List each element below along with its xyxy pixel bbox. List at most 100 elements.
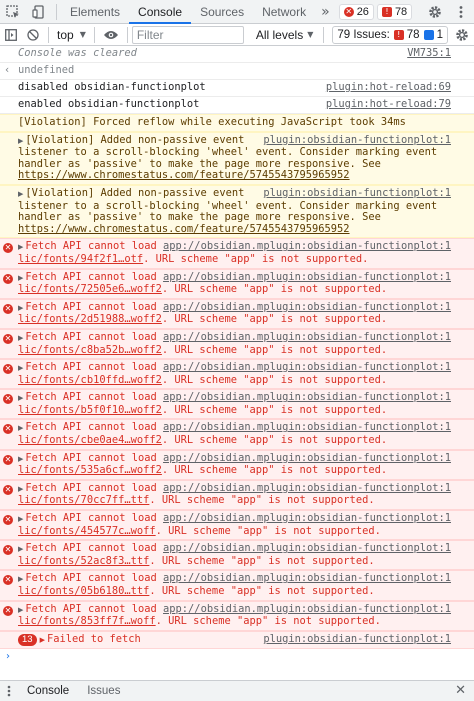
resource-link[interactable]: lic/fonts/70cc7ff…ttf xyxy=(18,494,149,507)
prompt-chevron-icon: › xyxy=(6,651,10,663)
live-expression-eye-icon[interactable] xyxy=(99,24,123,46)
message-suffix: . URL scheme "app" is not supported. xyxy=(149,585,375,597)
source-link[interactable]: plugin:obsidian-functionplot:1 xyxy=(263,331,451,344)
resource-link[interactable]: lic/fonts/454577c…woff xyxy=(18,525,156,537)
show-sidebar-icon[interactable] xyxy=(0,24,22,46)
source-link[interactable]: plugin:obsidian-functionplot:1 xyxy=(263,452,451,465)
console-messages[interactable]: Console was cleared VM735:1 ‹ undefined … xyxy=(0,46,474,680)
inspect-element-icon[interactable] xyxy=(0,0,26,24)
console-settings-gear-icon[interactable] xyxy=(450,24,474,46)
source-link[interactable]: plugin:obsidian-functionplot:1 xyxy=(263,392,451,404)
error-row[interactable]: ✕ ▶ Fetch API cannot load app://obsidian.m… xyxy=(0,479,474,511)
drawer-menu-icon[interactable] xyxy=(0,681,18,701)
expand-triangle-icon[interactable]: ▶ xyxy=(18,545,23,553)
source-link[interactable]: plugin:obsidian-functionplot:1 xyxy=(263,482,451,495)
message-prefix: Fetch API cannot load xyxy=(25,300,157,313)
expand-triangle-icon[interactable]: ▶ xyxy=(18,455,23,463)
drawer-tab-console[interactable]: Console xyxy=(18,681,78,701)
issues-button[interactable]: 79 Issues: ! 78 1 xyxy=(332,25,448,44)
error-row[interactable]: ✕ ▶ Fetch API cannot load app://obsidian.m… xyxy=(0,510,474,541)
source-link[interactable]: plugin:obsidian-functionplot:1 xyxy=(263,512,451,525)
error-row[interactable]: ✕ ▶ Fetch API cannot load app://obsidian.m… xyxy=(0,359,474,390)
source-link[interactable]: plugin:obsidian-functionplot:1 xyxy=(263,134,451,147)
message-prefix: Fetch API cannot load xyxy=(25,602,157,615)
expand-triangle-icon[interactable]: ▶ xyxy=(18,515,23,523)
expand-triangle-icon[interactable]: ▶ xyxy=(18,606,23,614)
warning-row[interactable]: ▶ [Violation] Added non-passive event plu… xyxy=(0,131,474,185)
expand-triangle-icon[interactable]: ▶ xyxy=(18,575,23,583)
error-row[interactable]: ✕ ▶ Fetch API cannot load app://obsidian.m… xyxy=(0,298,474,329)
source-link[interactable]: plugin:obsidian-functionplot:1 xyxy=(263,633,451,646)
expand-triangle-icon[interactable]: ▶ xyxy=(18,334,23,342)
error-group-row[interactable]: 13 ▶ Failed to fetch plugin:obsidian-funct… xyxy=(0,630,474,650)
device-toolbar-icon[interactable] xyxy=(26,0,52,24)
source-link[interactable]: plugin:obsidian-functionplot:1 xyxy=(263,603,451,616)
message-suffix: . URL scheme "app" is not supported. xyxy=(161,283,388,296)
error-count-badge[interactable]: ✕ 26 xyxy=(338,3,374,20)
resource-link[interactable]: lic/fonts/c8ba52b…woff2 xyxy=(18,344,162,356)
resource-link[interactable]: lic/fonts/2d51988…woff2 xyxy=(18,313,162,326)
resource-link[interactable]: lic/fonts/72505e6…woff2 xyxy=(18,283,162,295)
error-icon: ✕ xyxy=(3,364,13,375)
warning-count-badge[interactable]: ! 78 xyxy=(376,3,413,20)
expand-triangle-icon[interactable]: ▶ xyxy=(18,485,23,493)
error-row[interactable]: ✕ ▶ Fetch API cannot load app://obsidian.m… xyxy=(0,570,474,601)
expand-triangle-icon[interactable]: ▶ xyxy=(18,364,23,372)
log-levels-dropdown[interactable]: All levels ▼ xyxy=(250,28,320,42)
resource-link[interactable]: lic/fonts/52ac8f3…ttf xyxy=(18,555,149,567)
error-row[interactable]: ✕ ▶ Fetch API cannot load app://obsidian.m… xyxy=(0,419,474,450)
message-text: [Violation] Forced reflow while executin… xyxy=(18,116,406,128)
error-row[interactable]: ✕ ▶ Fetch API cannot load app://obsidian.m… xyxy=(0,328,474,360)
error-icon: ✕ xyxy=(3,303,13,314)
expand-triangle-icon[interactable]: ▶ xyxy=(40,636,45,644)
chromestatus-link[interactable]: https://www.chromestatus.com/feature/574… xyxy=(18,223,350,235)
resource-link[interactable]: lic/fonts/b5f0f10…woff2 xyxy=(18,404,162,416)
more-options-icon[interactable] xyxy=(448,0,474,24)
source-link[interactable]: plugin:obsidian-functionplot:1 xyxy=(263,543,451,555)
settings-gear-icon[interactable] xyxy=(422,0,448,24)
source-link[interactable]: plugin:obsidian-functionplot:1 xyxy=(263,241,451,253)
console-prompt[interactable]: › xyxy=(0,649,474,665)
source-link[interactable]: plugin:obsidian-functionplot:1 xyxy=(263,361,451,374)
expand-triangle-icon[interactable]: ▶ xyxy=(18,304,23,312)
source-link[interactable]: plugin:obsidian-functionplot:1 xyxy=(263,573,451,585)
clear-console-icon[interactable] xyxy=(22,24,44,46)
expand-triangle-icon[interactable]: ▶ xyxy=(18,394,23,402)
error-row[interactable]: ✕ ▶ Fetch API cannot load app://obsidian.m… xyxy=(0,238,474,269)
resource-link[interactable]: lic/fonts/853ff7f…woff xyxy=(18,615,156,627)
expand-triangle-icon[interactable]: ▶ xyxy=(18,243,23,251)
resource-link[interactable]: lic/fonts/cbe0ae4…woff2 xyxy=(18,434,162,446)
expand-triangle-icon[interactable]: ▶ xyxy=(18,274,23,282)
chromestatus-link[interactable]: https://www.chromestatus.com/feature/574… xyxy=(18,169,350,182)
tab-sources[interactable]: Sources xyxy=(191,0,253,24)
source-link[interactable]: plugin:hot-reload:79 xyxy=(325,98,451,111)
source-link[interactable]: VM735:1 xyxy=(407,47,451,60)
context-selector[interactable]: top ▼ xyxy=(53,28,90,42)
source-link[interactable]: plugin:obsidian-functionplot:1 xyxy=(263,187,451,200)
error-row[interactable]: ✕ ▶ Fetch API cannot load app://obsidian.m… xyxy=(0,268,474,299)
error-row[interactable]: ✕ ▶ Fetch API cannot load app://obsidian.m… xyxy=(0,600,474,631)
tab-elements[interactable]: Elements xyxy=(61,0,129,24)
warning-row[interactable]: ▶ [Violation] Added non-passive event plu… xyxy=(0,184,474,239)
error-row[interactable]: ✕ ▶ Fetch API cannot load app://obsidian.m… xyxy=(0,540,474,571)
resource-link[interactable]: lic/fonts/05b6180…ttf xyxy=(18,585,149,597)
tab-console[interactable]: Console xyxy=(129,0,192,24)
drawer-tab-issues[interactable]: Issues xyxy=(78,681,129,701)
tab-network[interactable]: Network xyxy=(253,0,315,24)
expand-triangle-icon[interactable]: ▶ xyxy=(18,137,23,145)
source-link[interactable]: plugin:obsidian-functionplot:1 xyxy=(263,271,451,284)
source-link[interactable]: plugin:obsidian-functionplot:1 xyxy=(263,422,451,435)
filter-input[interactable] xyxy=(131,25,244,44)
expand-triangle-icon[interactable]: ▶ xyxy=(18,424,23,432)
more-tabs-icon[interactable]: » xyxy=(315,4,336,20)
source-link[interactable]: plugin:obsidian-functionplot:1 xyxy=(263,301,451,314)
resource-link[interactable]: lic/fonts/535a6cf…woff2 xyxy=(18,464,162,476)
resource-link[interactable]: lic/fonts/94f2f1…otf xyxy=(18,253,143,265)
chevron-down-icon: ▼ xyxy=(307,30,314,39)
expand-triangle-icon[interactable]: ▶ xyxy=(18,190,23,198)
close-icon[interactable]: ✕ xyxy=(455,683,466,698)
error-row[interactable]: ✕ ▶ Fetch API cannot load app://obsidian.m… xyxy=(0,389,474,420)
error-row[interactable]: ✕ ▶ Fetch API cannot load app://obsidian.m… xyxy=(0,449,474,480)
resource-link[interactable]: lic/fonts/cb10ffd…woff2 xyxy=(18,374,162,386)
source-link[interactable]: plugin:hot-reload:69 xyxy=(325,81,451,94)
